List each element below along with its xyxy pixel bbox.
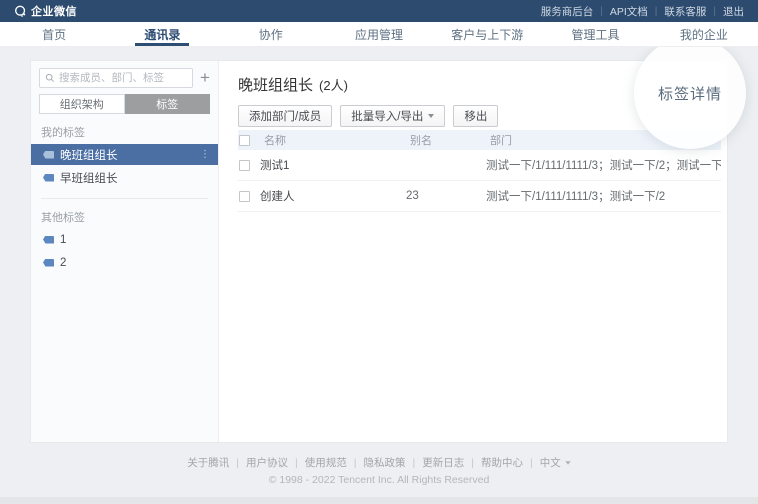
copyright-text: © 1998 - 2022 Tencent Inc. All Rights Re… bbox=[0, 474, 758, 486]
view-toggle: 组织架构 标签 bbox=[39, 94, 210, 114]
footer-link-privacy[interactable]: 隐私政策 bbox=[364, 455, 406, 470]
table-row[interactable]: 测试1 测试一下/1/111/1111/3；测试一下/2；测试一下/1；测... bbox=[238, 150, 721, 181]
page-title: 晚班组组长 bbox=[238, 74, 313, 95]
remove-button[interactable]: 移出 bbox=[453, 105, 498, 127]
language-label: 中文 bbox=[540, 455, 561, 470]
tag-icon bbox=[43, 236, 54, 244]
caret-down-icon bbox=[428, 114, 434, 118]
tag-label: 晚班组组长 bbox=[60, 147, 194, 163]
content-card: + 组织架构 标签 我的标签 晚班组组长 ⋮ 早班组组长 其他标签 1 bbox=[30, 60, 728, 443]
button-label: 移出 bbox=[464, 108, 487, 124]
column-header-alias: 别名 bbox=[406, 132, 486, 148]
cell-name: 测试1 bbox=[260, 157, 406, 173]
cell-dept: 测试一下/1/111/1111/3；测试一下/2；测试一下/1；测... bbox=[486, 157, 721, 173]
more-options-icon[interactable]: ⋮ bbox=[200, 150, 210, 160]
language-selector[interactable]: 中文 bbox=[540, 455, 571, 470]
separator: | bbox=[413, 457, 416, 469]
logout-link[interactable]: 退出 bbox=[723, 4, 744, 19]
sidebar-tag-night-shift[interactable]: 晚班组组长 ⋮ bbox=[31, 144, 218, 165]
other-tags-section-label: 其他标签 bbox=[31, 199, 218, 229]
separator: | bbox=[713, 6, 716, 17]
tab-home[interactable]: 首页 bbox=[0, 22, 108, 46]
separator: | bbox=[655, 6, 658, 17]
header-checkbox-cell bbox=[238, 135, 260, 146]
search-box[interactable] bbox=[39, 68, 193, 88]
footer-link-about[interactable]: 关于腾讯 bbox=[187, 455, 229, 470]
bottom-edge-strip bbox=[0, 497, 758, 504]
footer-links: 关于腾讯 | 用户协议 | 使用规范 | 隐私政策 | 更新日志 | 帮助中心 | 中文 bbox=[0, 455, 758, 470]
cell-dept: 测试一下/1/111/1111/3；测试一下/2 bbox=[486, 188, 721, 204]
separator: | bbox=[600, 6, 603, 17]
cell-alias: 23 bbox=[406, 190, 486, 202]
footer-link-changelog[interactable]: 更新日志 bbox=[422, 455, 464, 470]
tab-customers[interactable]: 客户与上下游 bbox=[433, 22, 541, 46]
tags-sidebar: + 组织架构 标签 我的标签 晚班组组长 ⋮ 早班组组长 其他标签 1 bbox=[31, 61, 219, 442]
row-checkbox[interactable] bbox=[239, 191, 250, 202]
separator: | bbox=[354, 457, 357, 469]
toggle-tags[interactable]: 标签 bbox=[125, 94, 211, 114]
logo-text: 企业微信 bbox=[31, 3, 77, 19]
add-dept-member-button[interactable]: 添加部门/成员 bbox=[238, 105, 332, 127]
add-tag-button[interactable]: + bbox=[198, 71, 212, 85]
caret-down-icon bbox=[565, 461, 570, 465]
sidebar-tag-morning-shift[interactable]: 早班组组长 bbox=[31, 167, 218, 188]
api-docs-link[interactable]: API文档 bbox=[610, 4, 648, 19]
tag-label: 早班组组长 bbox=[60, 170, 210, 186]
footer-link-help-center[interactable]: 帮助中心 bbox=[481, 455, 523, 470]
tag-icon bbox=[43, 259, 54, 267]
table-row[interactable]: 创建人 23 测试一下/1/111/1111/3；测试一下/2 bbox=[238, 181, 721, 212]
service-provider-link[interactable]: 服务商后台 bbox=[541, 4, 594, 19]
separator: | bbox=[471, 457, 474, 469]
search-icon bbox=[45, 73, 55, 83]
toggle-org-structure[interactable]: 组织架构 bbox=[39, 94, 125, 114]
contact-support-link[interactable]: 联系客服 bbox=[664, 4, 706, 19]
separator: | bbox=[295, 457, 298, 469]
member-count: (2人) bbox=[319, 75, 348, 94]
tab-app-management[interactable]: 应用管理 bbox=[325, 22, 433, 46]
sidebar-tag-2[interactable]: 2 bbox=[31, 252, 218, 273]
tag-label: 2 bbox=[60, 257, 210, 269]
main-nav: 首页 通讯录 协作 应用管理 客户与上下游 管理工具 我的企业 bbox=[0, 22, 758, 47]
search-input[interactable] bbox=[59, 72, 187, 84]
tag-label: 1 bbox=[60, 234, 210, 246]
tab-collaboration[interactable]: 协作 bbox=[217, 22, 325, 46]
cell-name: 创建人 bbox=[260, 188, 406, 204]
tag-icon bbox=[43, 174, 54, 182]
topbar-links: 服务商后台 | API文档 | 联系客服 | 退出 bbox=[541, 4, 744, 19]
batch-import-export-button[interactable]: 批量导入/导出 bbox=[340, 105, 445, 127]
separator: | bbox=[236, 457, 239, 469]
separator: | bbox=[530, 457, 533, 469]
topbar: 企业微信 服务商后台 | API文档 | 联系客服 | 退出 bbox=[0, 0, 758, 22]
row-checkbox-cell bbox=[238, 160, 260, 171]
footer-link-usage-rules[interactable]: 使用规范 bbox=[305, 455, 347, 470]
wechat-work-logo: 企业微信 bbox=[14, 3, 77, 19]
page-footer: 关于腾讯 | 用户协议 | 使用规范 | 隐私政策 | 更新日志 | 帮助中心 | 中文 ©… bbox=[0, 443, 758, 486]
my-tags-section-label: 我的标签 bbox=[31, 114, 218, 144]
row-checkbox-cell bbox=[238, 191, 260, 202]
tag-detail-spotlight-label: 标签详情 bbox=[658, 83, 722, 104]
row-checkbox[interactable] bbox=[239, 160, 250, 171]
spotlight-overlay-circle[interactable]: 标签详情 bbox=[634, 37, 746, 149]
members-table: 名称 别名 部门 测试1 测试一下/1/111/1111/3；测试一下/2；测试… bbox=[238, 130, 721, 212]
sidebar-tag-1[interactable]: 1 bbox=[31, 229, 218, 250]
tag-icon bbox=[43, 151, 54, 159]
footer-link-user-agreement[interactable]: 用户协议 bbox=[246, 455, 288, 470]
tab-contacts[interactable]: 通讯录 bbox=[108, 22, 216, 46]
column-header-name: 名称 bbox=[260, 132, 406, 148]
tab-my-company[interactable]: 我的企业 bbox=[650, 22, 758, 46]
wechat-work-logo-icon bbox=[14, 5, 27, 18]
button-label: 批量导入/导出 bbox=[351, 108, 423, 124]
table-header-row: 名称 别名 部门 bbox=[238, 130, 721, 150]
button-label: 添加部门/成员 bbox=[249, 108, 321, 124]
sidebar-search-row: + bbox=[31, 68, 218, 88]
select-all-checkbox[interactable] bbox=[239, 135, 250, 146]
tab-admin-tools[interactable]: 管理工具 bbox=[541, 22, 649, 46]
